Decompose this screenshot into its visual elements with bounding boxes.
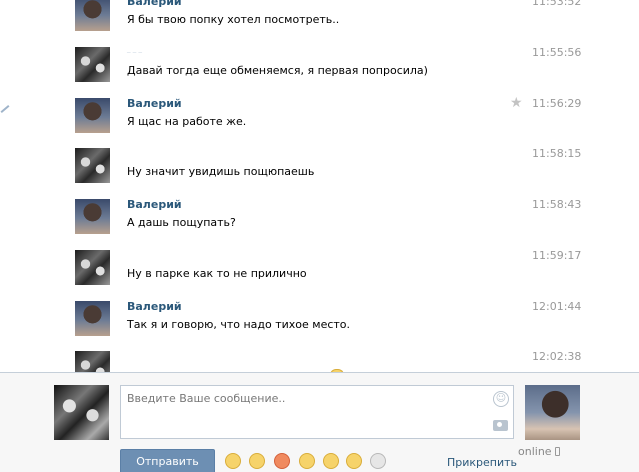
message-row[interactable]: Валерий Так я и говорю, что надо тихое ме… — [0, 295, 639, 347]
wink-emoji-icon[interactable] — [249, 453, 265, 469]
message-history[interactable]: Валерий Я бы твою попку хотел посмотреть.… — [0, 0, 639, 386]
attach-link[interactable]: Прикрепить — [447, 456, 517, 469]
message-time: 11:53:52 — [532, 0, 582, 8]
message-author[interactable]: _ _ _ — [127, 45, 142, 53]
message-time: 11:58:15 — [532, 147, 582, 160]
message-time: 11:59:17 — [532, 249, 582, 262]
mobile-phone-icon — [554, 447, 560, 456]
message-row[interactable]: Валерий А дашь пощупать? 11:58:43 — [0, 193, 639, 245]
composer: Введите Ваше сообщение.. ☺ online Отправ… — [0, 373, 639, 472]
message-avatar[interactable] — [75, 148, 110, 183]
camera-icon[interactable] — [493, 420, 508, 431]
message-row[interactable]: Ну значит увидишь пощюпаешь 11:58:15 — [0, 142, 639, 194]
glasses-emoji-icon[interactable] — [370, 453, 386, 469]
my-avatar[interactable] — [54, 385, 109, 440]
message-author[interactable]: Валерий — [127, 97, 182, 110]
message-text: Ну в парке как то не прилично — [127, 267, 307, 280]
grin-emoji-icon[interactable] — [299, 453, 315, 469]
partner-avatar[interactable] — [525, 385, 580, 440]
star-icon[interactable]: ★ — [510, 96, 523, 110]
message-author[interactable]: Валерий — [127, 300, 182, 313]
smile-icon[interactable]: ☺ — [493, 391, 509, 407]
message-avatar[interactable] — [75, 0, 110, 31]
message-time: 11:55:56 — [532, 46, 582, 59]
message-row[interactable]: Ну в парке как то не прилично 11:59:17 — [0, 244, 639, 296]
smile-emoji-icon[interactable] — [225, 453, 241, 469]
message-time: 12:01:44 — [532, 300, 582, 313]
message-text: Я бы твою попку хотел посмотреть.. — [127, 13, 340, 26]
message-text: А дашь пощупать? — [127, 216, 236, 229]
message-text: Давай тогда еще обменяемся, я первая поп… — [127, 64, 428, 77]
message-text: Ну значит увидишь пощюпаешь — [127, 165, 315, 178]
send-button[interactable]: Отправить — [120, 449, 215, 472]
message-avatar[interactable] — [75, 301, 110, 336]
message-row[interactable]: Валерий Я щас на работе же. ★ 11:56:29 — [0, 92, 639, 144]
message-input[interactable]: Введите Ваше сообщение.. ☺ — [120, 385, 514, 439]
message-avatar[interactable] — [75, 98, 110, 133]
message-input-placeholder: Введите Ваше сообщение.. — [127, 392, 286, 405]
message-time: 11:58:43 — [532, 198, 582, 211]
message-text: Так я и говорю, что надо тихое место. — [127, 318, 351, 331]
message-author[interactable]: Валерий — [127, 0, 182, 8]
message-time: 11:56:29 — [532, 97, 582, 110]
love-emoji-icon[interactable] — [274, 453, 290, 469]
message-avatar[interactable] — [75, 250, 110, 285]
tongue-emoji-icon[interactable] — [323, 453, 339, 469]
online-status: online — [518, 445, 560, 458]
online-label: online — [518, 445, 552, 458]
message-avatar[interactable] — [75, 199, 110, 234]
message-text: Я щас на работе же. — [127, 115, 247, 128]
message-avatar[interactable] — [75, 47, 110, 82]
blush-emoji-icon[interactable] — [346, 453, 362, 469]
message-row[interactable]: Валерий Я бы твою попку хотел посмотреть.… — [0, 0, 639, 42]
message-row[interactable]: _ _ _ Давай тогда еще обменяемся, я перва… — [0, 41, 639, 93]
message-author[interactable]: Валерий — [127, 198, 182, 211]
message-time: 12:02:38 — [532, 350, 582, 363]
